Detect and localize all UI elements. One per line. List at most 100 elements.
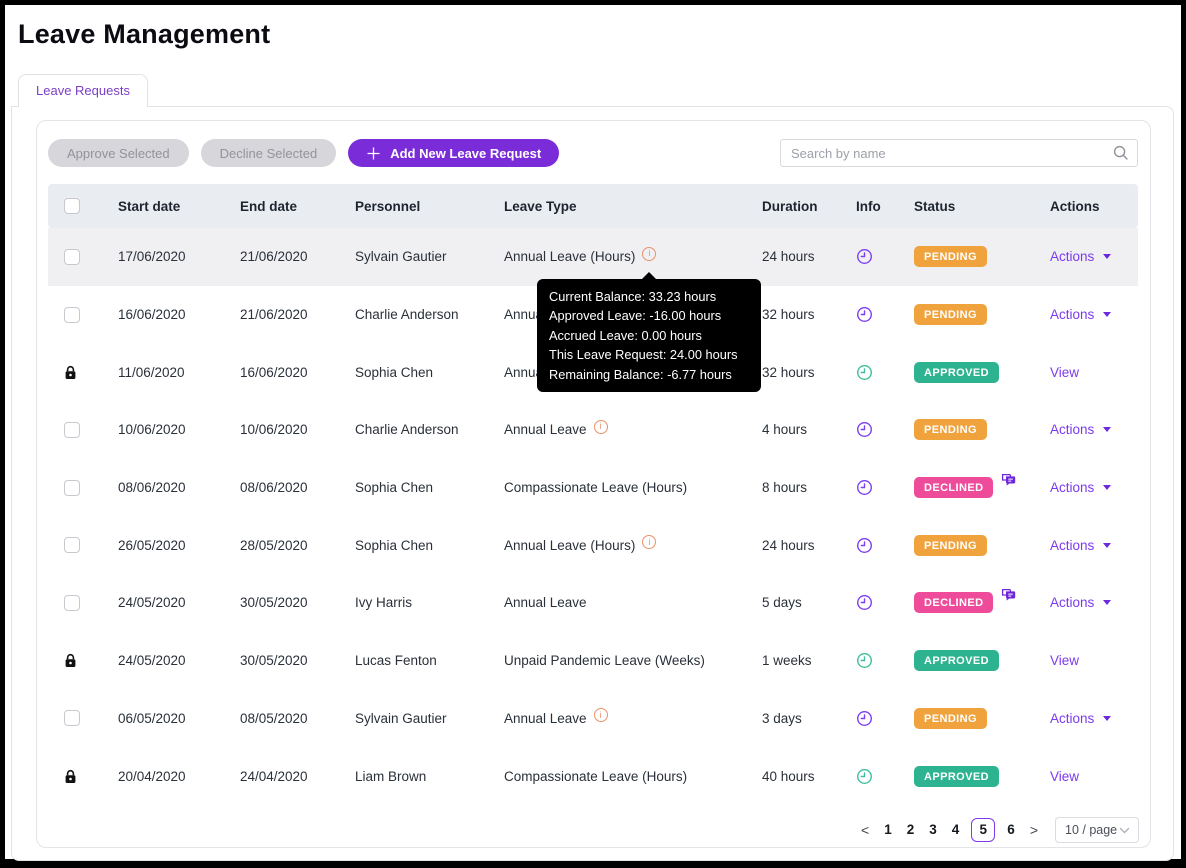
clock-icon[interactable] [856, 364, 873, 381]
duration-cell: 5 days [762, 595, 802, 611]
lock-icon [64, 769, 77, 784]
tab-leave-requests[interactable]: Leave Requests [18, 74, 148, 107]
row-checkbox[interactable] [64, 537, 80, 554]
end-date-cell: 30/05/2020 [240, 595, 308, 611]
personnel-cell: Charlie Anderson [355, 307, 459, 323]
page-button-3[interactable]: 3 [926, 822, 940, 837]
table-row: 08/06/2020 08/06/2020 Sophia Chen Compas… [48, 458, 1138, 517]
chevron-down-icon [1103, 427, 1112, 433]
leave-type-cell: Compassionate Leave (Hours) [504, 480, 688, 496]
table-row: 10/06/2020 10/06/2020 Charlie Anderson A… [48, 401, 1138, 459]
personnel-cell: Liam Brown [355, 768, 427, 784]
page-button-4[interactable]: 4 [949, 822, 963, 837]
prev-page-button[interactable]: < [858, 822, 872, 838]
row-checkbox[interactable] [64, 248, 80, 265]
comment-icon[interactable] [1001, 473, 1016, 487]
actions-dropdown[interactable]: Actions [1050, 307, 1112, 322]
column-header: Actions [1050, 198, 1100, 214]
duration-cell: 32 hours [762, 364, 815, 380]
leave-type-cell: Annual Leave (Hours)i [504, 535, 756, 553]
row-checkbox[interactable] [64, 710, 80, 727]
leave-management-page: Leave Management Leave Requests Approve … [5, 18, 1181, 861]
tooltip-line: This Leave Request: 24.00 hours [549, 347, 738, 363]
clock-icon[interactable] [856, 537, 873, 554]
info-icon[interactable]: i [642, 246, 657, 261]
decline-selected-button[interactable]: Decline Selected [200, 139, 337, 167]
start-date-cell: 17/06/2020 [118, 249, 186, 265]
duration-cell: 24 hours [762, 537, 815, 553]
duration-cell: 3 days [762, 710, 802, 726]
row-checkbox[interactable] [64, 594, 80, 611]
end-date-cell: 21/06/2020 [240, 249, 308, 265]
table-row: 24/05/2020 30/05/2020 Ivy Harris Annual … [48, 574, 1138, 632]
chevron-down-icon [1103, 542, 1112, 548]
end-date-cell: 08/05/2020 [240, 710, 308, 726]
column-header: Leave Type [504, 198, 577, 214]
actions-dropdown[interactable]: Actions [1050, 711, 1112, 726]
clock-icon[interactable] [856, 594, 873, 611]
view-link[interactable]: View [1050, 653, 1079, 668]
duration-cell: 4 hours [762, 422, 808, 438]
chevron-down-icon [1103, 715, 1112, 721]
select-all-checkbox[interactable] [64, 198, 80, 214]
comment-icon[interactable] [1001, 588, 1016, 602]
table-row: 06/05/2020 08/05/2020 Sylvain Gautier An… [48, 689, 1138, 748]
view-link[interactable]: View [1050, 769, 1079, 784]
next-page-button[interactable]: > [1027, 822, 1041, 838]
column-header: Duration [762, 198, 818, 214]
leave-type-cell: Annual Leave (Hours)i [504, 246, 756, 264]
search-input[interactable] [780, 139, 1138, 167]
table-row: 17/06/2020 21/06/2020 Sylvain Gautier An… [48, 228, 1138, 286]
approve-selected-button[interactable]: Approve Selected [48, 139, 189, 167]
clock-icon[interactable] [856, 652, 873, 669]
clock-icon[interactable] [856, 768, 873, 785]
lock-icon [64, 653, 77, 668]
leave-type-cell: Compassionate Leave (Hours) [504, 768, 688, 784]
table-row: 20/04/2020 24/04/2020 Liam Brown Compass… [48, 747, 1138, 805]
actions-dropdown[interactable]: Actions [1050, 595, 1112, 610]
end-date-cell: 16/06/2020 [240, 364, 308, 380]
end-date-cell: 21/06/2020 [240, 307, 308, 323]
table-header: Start date End date Personnel Leave Type Dur… [48, 184, 1138, 228]
clock-icon[interactable] [856, 306, 873, 323]
personnel-cell: Sylvain Gautier [355, 249, 447, 265]
actions-dropdown[interactable]: Actions [1050, 249, 1112, 264]
tooltip-line: Remaining Balance: -6.77 hours [549, 366, 732, 382]
status-badge: APPROVED [914, 765, 999, 787]
clock-icon[interactable] [856, 248, 873, 265]
personnel-cell: Sylvain Gautier [355, 710, 447, 726]
start-date-cell: 08/06/2020 [118, 480, 186, 496]
actions-dropdown[interactable]: Actions [1050, 480, 1112, 495]
view-link[interactable]: View [1050, 365, 1079, 380]
page-button-5[interactable]: 5 [971, 817, 996, 842]
personnel-cell: Sophia Chen [355, 480, 434, 496]
actions-dropdown[interactable]: Actions [1050, 422, 1112, 437]
page-size-value: 10 / page [1065, 822, 1118, 837]
status-badge: APPROVED [914, 361, 999, 383]
row-checkbox[interactable] [64, 479, 80, 496]
status-badge: PENDING [914, 534, 987, 556]
tooltip-line: Current Balance: 33.23 hours [549, 289, 717, 304]
row-checkbox[interactable] [64, 306, 80, 323]
pagination: < 123456 > 10 / page [48, 816, 1139, 844]
column-header: End date [240, 198, 298, 214]
info-icon[interactable]: i [642, 535, 657, 550]
info-icon[interactable]: i [593, 419, 608, 434]
page-button-1[interactable]: 1 [881, 822, 895, 837]
row-checkbox[interactable] [64, 421, 80, 438]
personnel-cell: Sophia Chen [355, 537, 434, 553]
page-size-select[interactable]: 10 / page [1055, 816, 1139, 843]
page-button-6[interactable]: 6 [1004, 822, 1018, 837]
add-new-leave-request-button[interactable]: Add New Leave Request [348, 139, 560, 167]
clock-icon[interactable] [856, 479, 873, 496]
end-date-cell: 08/06/2020 [240, 480, 308, 496]
duration-cell: 40 hours [762, 768, 815, 784]
clock-icon[interactable] [856, 710, 873, 727]
magnifier-icon[interactable] [1113, 145, 1129, 166]
clock-icon[interactable] [856, 421, 873, 438]
chevron-down-icon [1103, 312, 1112, 318]
info-icon[interactable]: i [593, 708, 608, 723]
actions-dropdown[interactable]: Actions [1050, 538, 1112, 553]
column-header: Info [856, 198, 881, 214]
page-button-2[interactable]: 2 [904, 822, 918, 837]
